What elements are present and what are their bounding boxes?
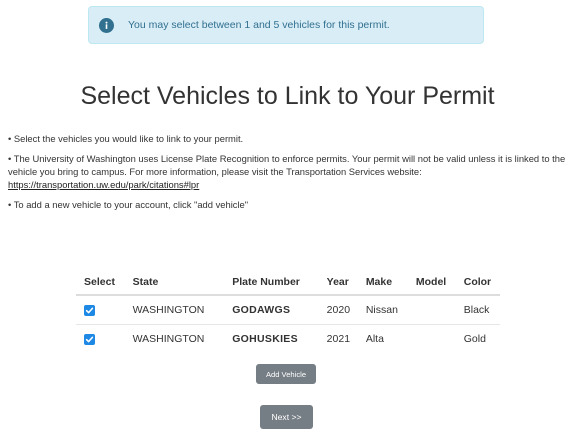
color-cell: Black	[463, 304, 490, 316]
column-header-state: State	[124, 270, 225, 296]
state-cell: WASHINGTON	[124, 324, 225, 353]
make-cell: Nissan	[365, 304, 398, 316]
column-header-model: Model	[407, 270, 456, 296]
year-cell: 2020	[326, 304, 351, 316]
instructions: • Select the vehicles you would like to …	[8, 132, 567, 218]
vehicle-checkbox[interactable]	[84, 333, 95, 345]
make-cell: Alta	[357, 324, 408, 353]
plate-cell: GODAWGS	[232, 304, 291, 316]
column-header-plate: Plate Number	[224, 270, 319, 296]
select-cell	[76, 295, 125, 325]
check-icon	[85, 307, 94, 313]
select-cell	[76, 324, 125, 353]
color-cell: Gold	[455, 324, 500, 353]
add-vehicle-button[interactable]: Add Vehicle	[256, 364, 316, 384]
model-cell	[408, 295, 456, 325]
column-header-color: Color	[455, 270, 500, 296]
alert-text: You may select between 1 and 5 vehicles …	[128, 19, 390, 31]
next-button[interactable]: Next >>	[260, 405, 313, 429]
page-title: Select Vehicles to Link to Your Permit	[80, 82, 495, 110]
info-icon	[99, 17, 114, 33]
table-row: WASHINGTON GOHUSKIES 2021 Alta Gold	[76, 324, 500, 353]
state-cell: WASHINGTON	[132, 304, 205, 316]
column-header-make: Make	[357, 270, 408, 296]
model-cell	[407, 324, 456, 353]
column-header-select: Select	[76, 270, 125, 296]
instruction-add-vehicle: • To add a new vehicle to your account, …	[8, 199, 249, 210]
table-header-row: Select State Plate Number Year Make Mode…	[76, 270, 500, 296]
table-row: WASHINGTON GODAWGS 2020 Nissan Black	[76, 295, 500, 325]
plate-cell: GOHUSKIES	[224, 324, 319, 353]
check-icon	[85, 336, 94, 342]
column-header-year: Year	[318, 270, 358, 296]
info-alert: You may select between 1 and 5 vehicles …	[88, 6, 484, 44]
instruction-lpr-text: • The University of Washington uses Lice…	[8, 153, 566, 177]
instruction-lpr: • The University of Washington uses Lice…	[8, 152, 567, 191]
instruction-select: • Select the vehicles you would like to …	[8, 133, 244, 144]
vehicle-checkbox[interactable]	[84, 304, 95, 316]
vehicles-table: Select State Plate Number Year Make Mode…	[76, 270, 500, 353]
lpr-info-link[interactable]: https://transportation.uw.edu/park/citat…	[8, 179, 199, 190]
year-cell: 2021	[318, 324, 358, 353]
